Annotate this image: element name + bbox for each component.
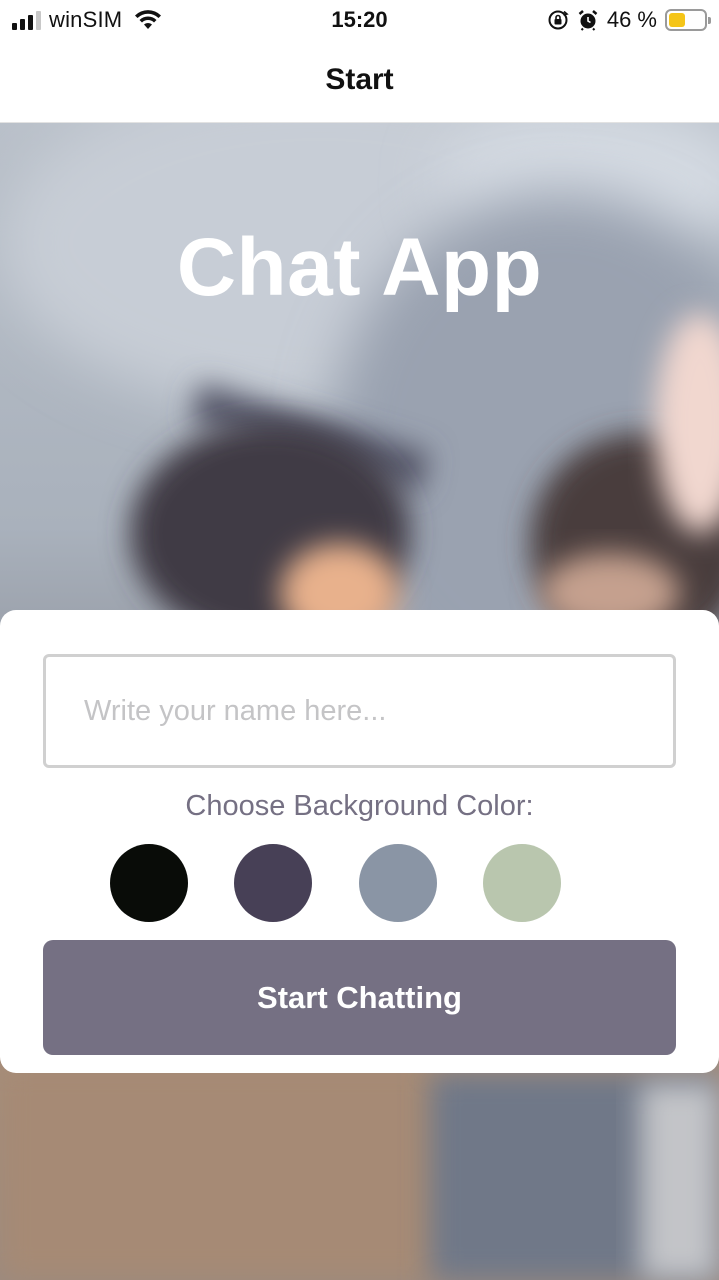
navigation-bar: Start	[0, 40, 719, 123]
start-chatting-button[interactable]: Start Chatting	[43, 940, 676, 1055]
start-form-card: Choose Background Color: Start Chatting	[0, 610, 719, 1073]
rotation-lock-icon	[548, 10, 569, 30]
name-input[interactable]	[43, 654, 676, 768]
alarm-icon	[578, 10, 598, 31]
color-swatch-black[interactable]	[110, 844, 188, 922]
nav-title: Start	[325, 63, 394, 96]
status-bar: winSIM 15:20 46 %	[0, 0, 719, 40]
color-swatch-purple[interactable]	[234, 844, 312, 922]
color-swatch-green[interactable]	[483, 844, 561, 922]
app-title: Chat App	[176, 222, 543, 313]
color-swatch-grey-blue[interactable]	[359, 844, 437, 922]
battery-percent: 46 %	[606, 7, 657, 32]
start-screen: winSIM 15:20 46 % Start Chat App Write y…	[0, 0, 719, 1280]
color-label: Choose Background Color:	[185, 790, 534, 822]
status-right: 46 %	[547, 6, 711, 34]
battery-icon	[665, 9, 711, 31]
color-swatches	[0, 844, 719, 922]
